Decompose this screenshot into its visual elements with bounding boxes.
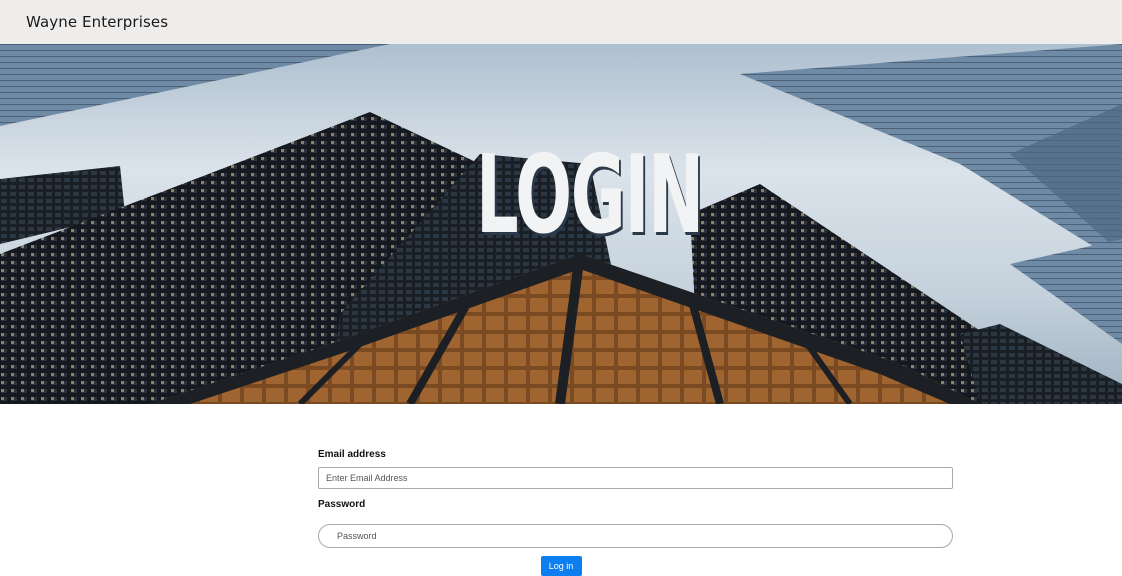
password-field[interactable] [318, 524, 953, 548]
hero-banner: LOGIN [0, 44, 1122, 404]
email-field[interactable] [318, 467, 953, 489]
submit-row: Log in [0, 556, 1122, 576]
password-label: Password [318, 499, 366, 510]
login-form: Email address Password [318, 447, 953, 548]
page-title: LOGIN [476, 133, 704, 258]
navbar: Wayne Enterprises [0, 0, 1122, 44]
brand-link[interactable]: Wayne Enterprises [26, 13, 168, 31]
email-label: Email address [318, 449, 386, 460]
login-button[interactable]: Log in [540, 556, 582, 576]
